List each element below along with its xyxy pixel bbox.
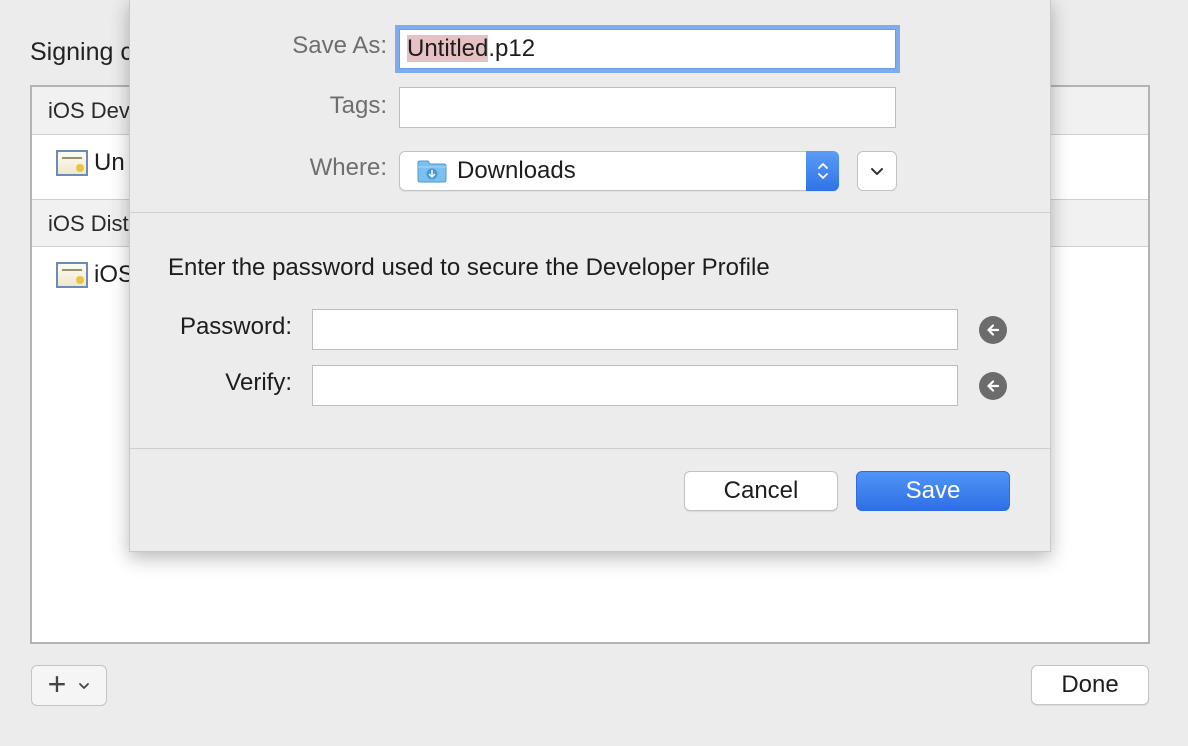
divider [130, 448, 1050, 449]
certificate-row-development[interactable]: Un [56, 143, 125, 183]
cancel-button[interactable]: Cancel [684, 471, 838, 511]
popup-stepper [806, 151, 839, 191]
arrow-left-circle-icon [987, 324, 1000, 336]
expand-browser-button[interactable] [857, 151, 897, 191]
save-sheet: Save As: Untitled.p12 Tags: Where: Downl… [129, 0, 1051, 552]
signing-certificates-title: Signing c [30, 38, 133, 66]
filename-selected-text: Untitled [407, 35, 489, 62]
done-button[interactable]: Done [1031, 665, 1149, 705]
password-label: Password: [179, 313, 292, 340]
where-location-popup[interactable]: Downloads [399, 151, 839, 191]
certificate-name: iOS [94, 261, 135, 288]
plus-icon: + [47, 666, 67, 702]
password-assistant-button[interactable] [979, 316, 1007, 344]
chevron-down-icon [79, 682, 90, 689]
up-down-chevron-icon [817, 163, 828, 179]
where-label: Where: [309, 154, 387, 181]
save-as-input[interactable]: Untitled.p12 [399, 29, 896, 69]
window: Signing c iOS Dev Un iOS Dist iOS + Done… [0, 0, 1188, 746]
tags-input[interactable] [399, 87, 896, 128]
password-prompt: Enter the password used to secure the De… [168, 254, 770, 281]
verify-assistant-button[interactable] [979, 372, 1007, 400]
certificate-icon [56, 150, 88, 176]
password-field[interactable] [312, 309, 958, 350]
chevron-down-icon [871, 168, 883, 175]
divider [130, 212, 1050, 213]
tags-label: Tags: [329, 92, 387, 119]
downloads-folder-icon [417, 160, 447, 183]
verify-field[interactable] [312, 365, 958, 406]
certificate-icon [56, 262, 88, 288]
where-value: Downloads [457, 157, 576, 184]
add-certificate-button[interactable]: + [31, 665, 107, 706]
certificate-row-distribution[interactable]: iOS [56, 255, 134, 295]
certificate-name: Un [94, 149, 125, 176]
arrow-left-circle-icon [987, 380, 1000, 392]
filename-extension: .p12 [488, 35, 536, 62]
save-button[interactable]: Save [856, 471, 1010, 511]
save-as-label: Save As: [292, 32, 387, 59]
verify-label: Verify: [225, 369, 292, 396]
